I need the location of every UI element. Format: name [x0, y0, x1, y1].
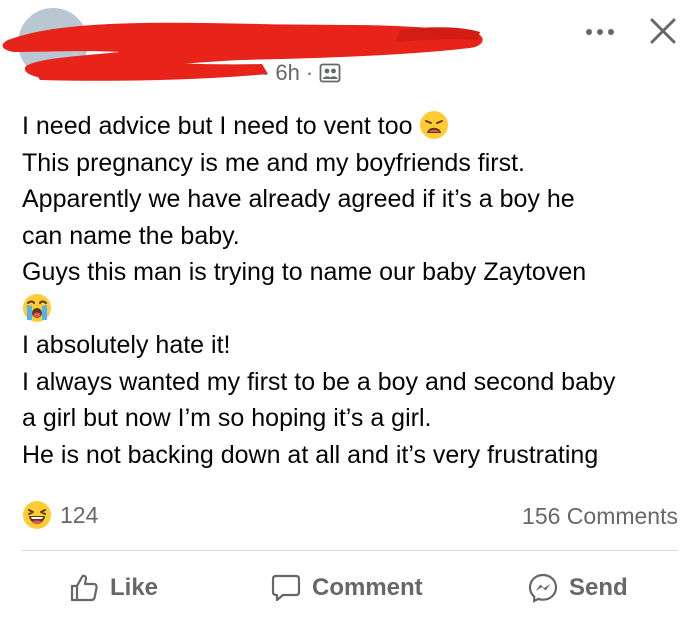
divider	[22, 550, 678, 551]
post-line: I absolutely hate it!	[22, 331, 231, 359]
redaction-scribble	[2, 22, 483, 81]
messenger-icon	[528, 573, 558, 603]
thumbs-up-icon	[70, 574, 98, 602]
comment-button[interactable]: Comment	[270, 570, 423, 606]
post-line: can name the baby.	[22, 221, 240, 250]
post-line-text: I need advice but I need to vent too	[22, 112, 413, 140]
post-text: I need advice but I need to vent too Thi…	[22, 108, 687, 473]
loudly-crying-face-emoji	[23, 293, 51, 322]
like-label: Like	[110, 574, 159, 601]
comment-label: Comment	[312, 574, 423, 601]
post-line: This pregnancy is me and my boyfriends f…	[22, 148, 525, 177]
post-line: I need advice but I need to vent too	[22, 108, 687, 145]
reaction-summary[interactable]: 124	[22, 500, 98, 530]
reaction-count: 124	[60, 501, 99, 528]
comment-bubble-icon	[271, 574, 301, 602]
post-line: a girl but now I’m so hoping it’s a girl…	[22, 404, 432, 432]
post-line: He is not backing down at all and it’s v…	[22, 440, 599, 469]
like-button[interactable]: Like	[68, 570, 158, 606]
emoji-line	[22, 291, 687, 328]
post-timestamp[interactable]: 6h	[275, 60, 299, 86]
post-line: Apparently we have already agreed if it’…	[22, 185, 575, 213]
close-icon[interactable]	[646, 14, 680, 48]
meta-separator: ·	[305, 60, 314, 85]
more-dots-icon[interactable]	[582, 18, 618, 46]
post-meta: · 6h ·	[262, 60, 341, 86]
laughing-face-reaction-icon	[23, 501, 51, 529]
weary-face-emoji	[419, 111, 448, 139]
post-header: · 6h ·	[0, 0, 700, 100]
send-label: Send	[569, 574, 628, 601]
meta-separator: ·	[262, 60, 270, 85]
group-members-icon	[319, 63, 341, 83]
post-line: Guys this man is trying to name our baby…	[22, 258, 587, 286]
comments-count[interactable]: 156 Comments	[522, 503, 678, 530]
post-line: I always wanted my first to be a boy and…	[22, 367, 616, 396]
send-button[interactable]: Send	[527, 570, 628, 606]
